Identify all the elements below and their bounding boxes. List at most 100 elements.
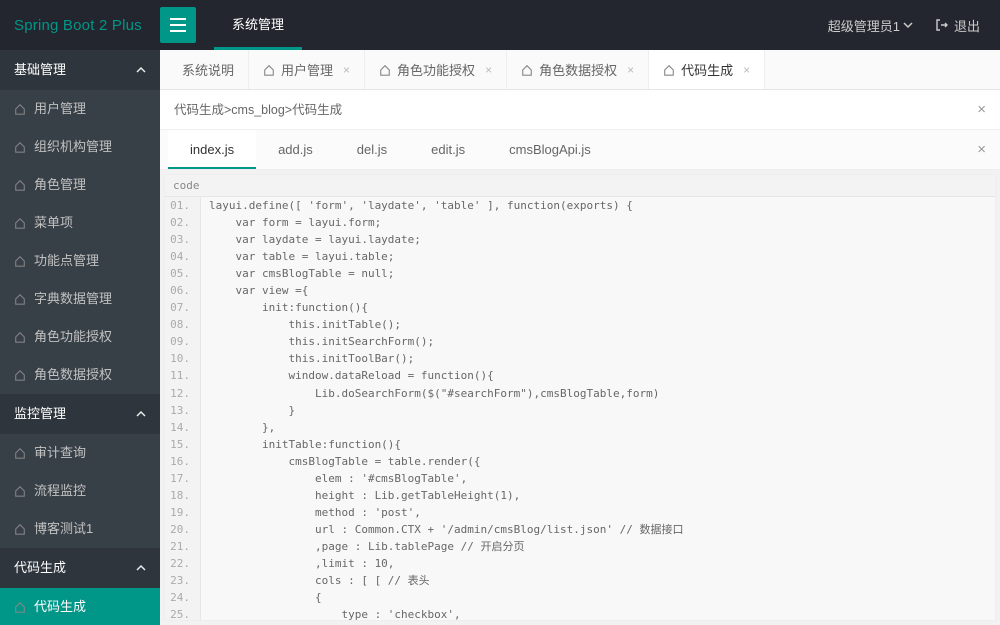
sidebar-item-label: 角色数据授权 [34, 356, 112, 394]
sidebar-item[interactable]: 博客测试1 [0, 510, 160, 548]
breadcrumb: 代码生成>cms_blog>代码生成 × [160, 90, 1000, 130]
sub-tab[interactable]: cmsBlogApi.js [487, 130, 613, 169]
sidebar-item-label: 功能点管理 [34, 242, 99, 280]
sidebar-item[interactable]: 流程监控 [0, 472, 160, 510]
sidebar-item[interactable]: 角色管理 [0, 166, 160, 204]
close-icon[interactable]: × [743, 63, 750, 77]
tab[interactable]: 角色功能授权 × [365, 50, 507, 89]
tab[interactable]: 用户管理 × [249, 50, 365, 89]
sidebar-item-label: 字典数据管理 [34, 280, 112, 318]
tab-label: 代码生成 [681, 60, 733, 79]
breadcrumb-text: 代码生成>cms_blog>代码生成 [174, 90, 342, 130]
tab-label: 系统说明 [182, 60, 234, 79]
topnav-item-system[interactable]: 系统管理 [214, 0, 302, 50]
home-icon [14, 369, 26, 381]
sidebar-item-label: 博客测试1 [34, 510, 93, 548]
close-icon[interactable]: × [485, 63, 492, 77]
chevron-up-icon [136, 563, 146, 573]
sub-tab[interactable]: add.js [256, 130, 335, 169]
sidebar-item[interactable]: 角色功能授权 [0, 318, 160, 356]
home-icon [14, 103, 26, 115]
code-line: 06. var view ={ [165, 282, 995, 299]
home-icon [14, 331, 26, 343]
sidebar-item-label: 代码生成 [34, 588, 86, 625]
chevron-up-icon [136, 65, 146, 75]
code-line: 11. window.dataReload = function(){ [165, 367, 995, 384]
tab-bar: 系统说明 用户管理 × 角色功能授权 × 角色数据授权 × 代码生成 × [160, 50, 1000, 90]
sub-tab[interactable]: edit.js [409, 130, 487, 169]
sidebar-group[interactable]: 代码生成 [0, 548, 160, 588]
home-icon [14, 217, 26, 229]
sidebar-item[interactable]: 字典数据管理 [0, 280, 160, 318]
sidebar-item-label: 用户管理 [34, 90, 86, 128]
code-line: 18. height : Lib.getTableHeight(1), [165, 487, 995, 504]
close-icon[interactable]: × [963, 130, 1000, 169]
code-line: 15. initTable:function(){ [165, 436, 995, 453]
logout-label: 退出 [954, 16, 980, 35]
tab-label: 用户管理 [281, 60, 333, 79]
sidebar-item[interactable]: 代码生成 [0, 588, 160, 625]
code-line: 04. var table = layui.table; [165, 248, 995, 265]
sidebar-item[interactable]: 审计查询 [0, 434, 160, 472]
sidebar-item[interactable]: 菜单项 [0, 204, 160, 242]
home-icon [14, 601, 26, 613]
home-icon [14, 523, 26, 535]
code-line: 12. Lib.doSearchForm($("#searchForm"),cm… [165, 385, 995, 402]
code-line: 21. ,page : Lib.tablePage // 开启分页 [165, 538, 995, 555]
code-line: 01.layui.define([ 'form', 'laydate', 'ta… [165, 197, 995, 214]
code-line: 08. this.initTable(); [165, 316, 995, 333]
home-icon [14, 255, 26, 267]
home-icon [14, 447, 26, 459]
tab-label: 角色数据授权 [539, 60, 617, 79]
sub-tab[interactable]: index.js [168, 130, 256, 169]
code-line: 25. type : 'checkbox', [165, 606, 995, 621]
sidebar-item[interactable]: 角色数据授权 [0, 356, 160, 394]
code-viewer: code 01.layui.define([ 'form', 'laydate'… [164, 174, 996, 621]
sidebar-item[interactable]: 用户管理 [0, 90, 160, 128]
sidebar-item-label: 角色管理 [34, 166, 86, 204]
code-line: 23. cols : [ [ // 表头 [165, 572, 995, 589]
home-icon [379, 64, 391, 76]
code-line: 03. var laydate = layui.laydate; [165, 231, 995, 248]
code-line: 24. { [165, 589, 995, 606]
code-line: 19. method : 'post', [165, 504, 995, 521]
close-icon[interactable]: × [627, 63, 634, 77]
sidebar: 基础管理用户管理组织机构管理角色管理菜单项功能点管理字典数据管理角色功能授权角色… [0, 50, 160, 625]
home-icon [14, 293, 26, 305]
sidebar-item-label: 角色功能授权 [34, 318, 112, 356]
chevron-up-icon [136, 409, 146, 419]
sidebar-item-label: 菜单项 [34, 204, 73, 242]
sidebar-toggle[interactable] [160, 7, 196, 43]
code-line: 13. } [165, 402, 995, 419]
sidebar-group[interactable]: 基础管理 [0, 50, 160, 90]
chevron-down-icon [903, 20, 913, 30]
sidebar-item-label: 组织机构管理 [34, 128, 112, 166]
close-icon[interactable]: × [343, 63, 350, 77]
code-line: 07. init:function(){ [165, 299, 995, 316]
close-icon[interactable]: × [977, 90, 986, 130]
home-icon [263, 64, 275, 76]
code-line: 22. ,limit : 10, [165, 555, 995, 572]
sidebar-group[interactable]: 监控管理 [0, 394, 160, 434]
sidebar-item[interactable]: 功能点管理 [0, 242, 160, 280]
user-name: 超级管理员1 [828, 16, 900, 35]
code-body: 01.layui.define([ 'form', 'laydate', 'ta… [165, 197, 995, 621]
tab[interactable]: 系统说明 [168, 50, 249, 89]
logout-button[interactable]: 退出 [935, 16, 980, 35]
home-icon [663, 64, 675, 76]
code-header: code [165, 175, 995, 197]
sub-tab[interactable]: del.js [335, 130, 409, 169]
tab-label: 角色功能授权 [397, 60, 475, 79]
code-line: 10. this.initToolBar(); [165, 350, 995, 367]
code-line: 16. cmsBlogTable = table.render({ [165, 453, 995, 470]
home-icon [14, 179, 26, 191]
tab[interactable]: 角色数据授权 × [507, 50, 649, 89]
user-menu[interactable]: 超级管理员1 [828, 16, 913, 35]
menu-icon [170, 18, 186, 32]
code-line: 14. }, [165, 419, 995, 436]
sidebar-item[interactable]: 组织机构管理 [0, 128, 160, 166]
home-icon [14, 141, 26, 153]
home-icon [14, 485, 26, 497]
tab[interactable]: 代码生成 × [649, 50, 765, 89]
home-icon [521, 64, 533, 76]
